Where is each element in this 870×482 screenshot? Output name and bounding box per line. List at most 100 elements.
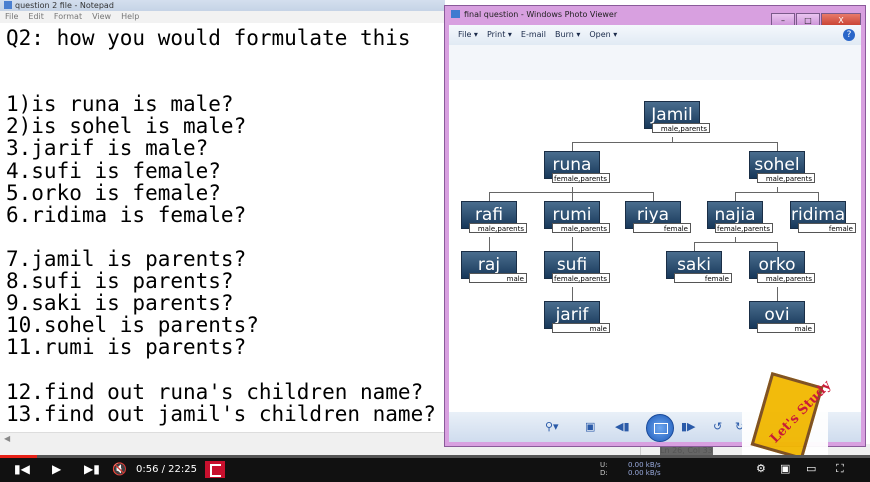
tree-connector [735, 192, 819, 193]
notepad-line: 6.ridima is female? [6, 202, 247, 227]
image-top-band [449, 45, 861, 80]
notepad-line [6, 71, 446, 93]
node-tag: male,parents [469, 223, 527, 233]
notepad-title-bar: question 2 file - Notepad [0, 0, 445, 11]
notepad-line: 7.jamil is parents? [6, 246, 247, 271]
notepad-line: 1)is runa is male? [6, 92, 234, 117]
tree-node-najia: najia female,parents [707, 201, 773, 237]
menu-help[interactable]: Help [121, 12, 139, 21]
tree-node-sohel: sohel male,parents [749, 151, 815, 187]
notepad-line: Q2: how you would formulate this [6, 26, 411, 50]
notepad-line: 2)is sohel is male? [6, 114, 247, 139]
tree-node-raj: raj male [461, 251, 527, 287]
tree-connector [735, 192, 736, 201]
photo-viewer-icon [451, 10, 460, 18]
email-button[interactable]: E-mail [521, 30, 546, 39]
node-tag: female [674, 273, 732, 283]
node-tag: male,parents [757, 173, 815, 183]
tree-connector [694, 242, 778, 243]
actual-size-icon[interactable]: ▣ [585, 420, 595, 433]
theater-icon[interactable]: ▭ [806, 462, 816, 475]
scroll-left-icon[interactable]: ◀ [4, 434, 10, 443]
tree-connector [572, 142, 778, 143]
burn-menu[interactable]: Burn ▾ [555, 30, 580, 39]
network-speed: 0.00 kB/s 0.00 kB/s [628, 461, 661, 477]
node-tag: female,parents [552, 173, 610, 183]
lets-study-logo: Let's Study [742, 372, 834, 460]
tree-node-jarif: jarif male [544, 301, 610, 337]
notepad-text-area[interactable]: Q2: how you would formulate this 1)is run… [6, 27, 446, 425]
upload-label: U: [600, 461, 608, 469]
node-tag: female,parents [552, 273, 610, 283]
notepad-title: question 2 file - Notepad [15, 1, 114, 10]
file-menu[interactable]: File ▾ [458, 30, 478, 39]
tree-node-jamil: Jamil male,parents [644, 101, 710, 137]
zoom-icon[interactable]: ⚲▾ [545, 420, 559, 433]
upload-speed: 0.00 kB/s [628, 461, 661, 469]
node-tag: male,parents [552, 223, 610, 233]
node-tag: female,parents [715, 223, 773, 233]
open-menu[interactable]: Open ▾ [589, 30, 617, 39]
next-icon[interactable]: ▮▶ [681, 420, 696, 433]
tree-connector [818, 192, 819, 201]
miniplayer-icon[interactable]: ▣ [780, 462, 790, 475]
tree-connector [489, 242, 490, 251]
photo-viewer-title: final question - Windows Photo Viewer [464, 10, 618, 19]
menu-file[interactable]: File [5, 12, 18, 21]
tree-node-saki: saki female [666, 251, 732, 287]
slideshow-button[interactable] [646, 414, 674, 442]
previous-icon[interactable]: ◀▮ [615, 420, 630, 433]
notepad-line: 4.sufi is female? [6, 158, 221, 183]
tray-labels: U: D: [600, 461, 608, 477]
tree-connector [572, 142, 573, 151]
play-icon[interactable]: ▶ [52, 462, 61, 476]
video-time: 0:56 / 22:25 [136, 464, 198, 475]
cursor-position: Ln 26, Col 33 [660, 446, 713, 455]
node-tag: male [757, 323, 815, 333]
notepad-line [6, 49, 446, 71]
slideshow-icon [654, 423, 668, 434]
menu-edit[interactable]: Edit [28, 12, 44, 21]
taskbar-app-icon[interactable] [205, 461, 225, 478]
notepad-line: 13.find out jamil's children name? [6, 401, 436, 426]
menu-view[interactable]: View [92, 12, 111, 21]
node-tag: female [633, 223, 691, 233]
tree-connector [572, 192, 573, 201]
image-display-area: Jamil male,parents runa female,parents sohel… [449, 45, 861, 412]
notepad-line [6, 358, 446, 380]
notepad-line: 5.orko is female? [6, 180, 221, 205]
node-tag: male,parents [652, 123, 710, 133]
tree-connector [777, 292, 778, 301]
tree-connector [489, 192, 490, 201]
logo-text: Let's Study [767, 377, 835, 447]
menu-format[interactable]: Format [54, 12, 82, 21]
tree-node-sufi: sufi female,parents [544, 251, 610, 287]
download-speed: 0.00 kB/s [628, 469, 661, 477]
tree-connector [653, 192, 654, 201]
notepad-line: 11.rumi is parents? [6, 335, 247, 360]
help-icon[interactable]: ? [843, 29, 855, 41]
node-tag: male [469, 273, 527, 283]
rotate-left-icon[interactable]: ↺ [713, 420, 722, 433]
tree-node-rafi: rafi male,parents [461, 201, 527, 237]
notepad-line [6, 226, 446, 248]
tree-connector [572, 292, 573, 301]
next-video-icon[interactable]: ▶▮ [84, 462, 100, 476]
tree-node-rumi: rumi male,parents [544, 201, 610, 237]
fullscreen-icon[interactable]: ⛶ [836, 462, 844, 476]
tree-node-orko: orko male,parents [749, 251, 815, 287]
download-label: D: [600, 469, 608, 477]
node-tag: male,parents [757, 273, 815, 283]
notepad-line: 8.sufi is parents? [6, 269, 234, 294]
node-tag: female [798, 223, 856, 233]
tree-node-runa: runa female,parents [544, 151, 610, 187]
notepad-line: 10.sohel is parents? [6, 313, 259, 338]
previous-video-icon[interactable]: ▮◀ [14, 462, 30, 476]
notepad-line: 9.saki is parents? [6, 291, 234, 316]
tree-connector [777, 242, 778, 251]
settings-icon[interactable]: ⚙ [756, 462, 766, 475]
mute-icon[interactable]: 🔇 [112, 462, 127, 476]
print-menu[interactable]: Print ▾ [487, 30, 512, 39]
notepad-line: 12.find out runa's children name? [6, 379, 424, 404]
tree-node-ovi: ovi male [749, 301, 815, 337]
